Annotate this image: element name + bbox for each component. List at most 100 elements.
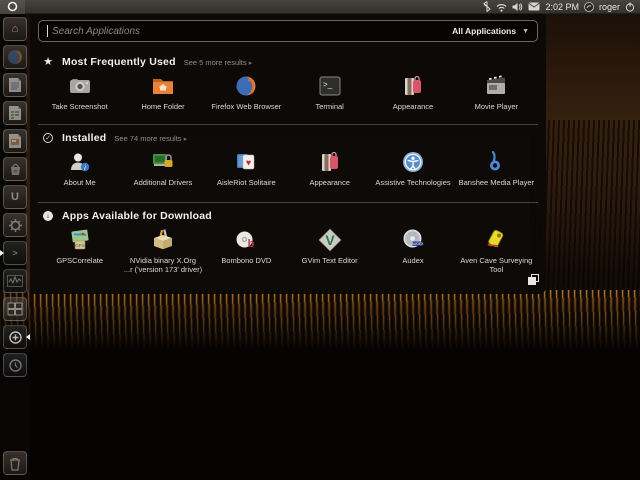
section-title: Most Frequently Used (62, 56, 176, 68)
app-movie-player[interactable]: Movie Player (455, 70, 538, 120)
applications-lens-icon (8, 330, 22, 344)
launcher-item-libreoffice-impress[interactable] (3, 129, 27, 153)
app-assistive-technologies[interactable]: Assistive Technologies (371, 146, 454, 196)
firefox-icon (8, 50, 22, 64)
app-gvim[interactable]: V GVim Text Editor (288, 224, 371, 284)
bombono-dvd-icon: b (233, 227, 259, 253)
app-label: Assistive Technologies (375, 178, 451, 187)
chevron-down-icon: ▼ (522, 27, 529, 35)
home-folder-icon (150, 73, 176, 99)
home-folder-icon: ⌂ (11, 22, 19, 35)
terminal-icon: >_ (317, 73, 343, 99)
chevron-right-icon: ▸ (183, 135, 188, 143)
ubuntu-home-button[interactable] (0, 0, 25, 14)
mail-envelope-icon (528, 2, 541, 11)
app-audex[interactable]: AUDEX Audex (371, 224, 454, 284)
session-menu[interactable] (625, 2, 635, 12)
terminal-running-indicator (0, 250, 4, 256)
banshee-icon (483, 149, 509, 175)
aven-icon (483, 227, 509, 253)
app-about-me[interactable]: i About Me (38, 146, 121, 196)
app-label: NVidia binary X.Org ...r ('version 173' … (123, 256, 203, 274)
launcher-item-firefox[interactable] (3, 45, 27, 69)
volume-indicator[interactable] (512, 2, 523, 12)
app-bombono-dvd[interactable]: b Bombono DVD (205, 224, 288, 284)
filter-dropdown[interactable]: All Applications ▼ (452, 26, 529, 36)
me-menu[interactable] (584, 1, 594, 12)
app-gpscorrelate[interactable]: GPS GPSCorrelate (38, 224, 121, 284)
app-label: AisleRiot Solitaire (216, 178, 276, 187)
waveform-icon (7, 275, 23, 287)
wallpaper-grass-silhouette (530, 120, 640, 315)
appearance-icon (400, 73, 426, 99)
launcher-item-libreoffice-writer[interactable] (3, 73, 27, 97)
launcher-item-home-folder[interactable]: ⌂ (3, 17, 27, 41)
launcher-item-files-lens[interactable] (3, 353, 27, 377)
maximize-icon (528, 274, 539, 285)
messaging-indicator[interactable] (528, 2, 541, 11)
applications-lens-active-indicator (26, 334, 30, 340)
unity-launcher: ⌂ U > (0, 14, 30, 480)
app-appearance-installed[interactable]: Appearance (288, 146, 371, 196)
power-icon (625, 2, 635, 12)
app-take-screenshot[interactable]: Take Screenshot (38, 70, 121, 120)
search-bar: All Applications ▼ (38, 20, 538, 42)
app-home-folder[interactable]: Home Folder (121, 70, 204, 120)
app-firefox[interactable]: Firefox Web Browser (205, 70, 288, 120)
launcher-item-applications-lens[interactable] (3, 325, 27, 349)
app-aisleriot-solitaire[interactable]: ♥ AisleRiot Solitaire (205, 146, 288, 196)
app-terminal[interactable]: >_ Terminal (288, 70, 371, 120)
network-indicator[interactable] (496, 2, 507, 12)
ubuntu-one-icon: U (11, 190, 19, 203)
app-nvidia-binary-driver[interactable]: NVidia binary X.Org ...r ('version 173' … (121, 224, 204, 284)
gpscorrelate-icon: GPS (67, 227, 93, 253)
app-label: Home Folder (141, 102, 185, 111)
section-header-available-download: ↓ Apps Available for Download (42, 209, 538, 223)
app-appearance[interactable]: Appearance (371, 70, 454, 120)
bluetooth-indicator[interactable] (483, 1, 492, 12)
app-label: Audex (402, 256, 424, 265)
text-caret (47, 25, 48, 37)
launcher-item-system-settings[interactable] (3, 213, 27, 237)
launcher-item-ubuntu-software-center[interactable] (3, 157, 27, 181)
launcher-item-terminal[interactable]: > (3, 241, 27, 265)
section-title: Installed (62, 132, 107, 144)
username[interactable]: roger (599, 0, 620, 14)
wallpaper-grass-fade (0, 290, 640, 360)
gear-icon (8, 218, 22, 232)
bluetooth-icon (483, 1, 492, 12)
app-grid-available-download: GPS GPSCorrelate NVidia binary X.Org ...… (38, 224, 538, 284)
gvim-icon: V (317, 227, 343, 253)
nvidia-driver-box-icon (150, 227, 176, 253)
see-more-link[interactable]: See 74 more results ▸ (114, 134, 187, 143)
libreoffice-writer-icon (9, 78, 21, 92)
section-divider (38, 124, 538, 125)
search-input[interactable] (50, 24, 453, 38)
app-label: Terminal (315, 102, 344, 111)
svg-text:b: b (248, 238, 255, 250)
launcher-item-ubuntu-one[interactable]: U (3, 185, 27, 209)
svg-text:AUDEX: AUDEX (412, 242, 424, 246)
movie-player-icon (483, 73, 509, 99)
see-more-link[interactable]: See 5 more results ▸ (184, 58, 253, 67)
clock[interactable]: 2:02 PM (545, 0, 579, 14)
launcher-item-libreoffice-calc[interactable] (3, 101, 27, 125)
launcher-item-media-player[interactable] (3, 269, 27, 293)
app-label: Appearance (309, 178, 350, 187)
top-panel: 2:02 PM roger (0, 0, 640, 14)
launcher-item-trash[interactable] (3, 451, 27, 475)
unity-dash: All Applications ▼ ★ Most Frequently Use… (30, 14, 546, 294)
dash-maximize-button[interactable] (528, 272, 539, 290)
app-banshee[interactable]: Banshee Media Player (455, 146, 538, 196)
app-grid-installed: i About Me Additional Drivers ♥ AisleRio… (38, 146, 538, 196)
ubuntu-logo-icon (7, 1, 18, 12)
svg-text:>_: >_ (323, 80, 333, 89)
app-additional-drivers[interactable]: Additional Drivers (121, 146, 204, 196)
chevron-right-icon: ▸ (248, 59, 253, 67)
app-label: GPSCorrelate (56, 256, 103, 265)
wallpaper-ground (0, 352, 640, 480)
app-label: Take Screenshot (51, 102, 108, 111)
app-label: Firefox Web Browser (211, 102, 282, 111)
app-aven-cave-surveying[interactable]: Aven Cave Surveying Tool (455, 224, 538, 284)
launcher-item-workspace-switcher[interactable] (3, 297, 27, 321)
